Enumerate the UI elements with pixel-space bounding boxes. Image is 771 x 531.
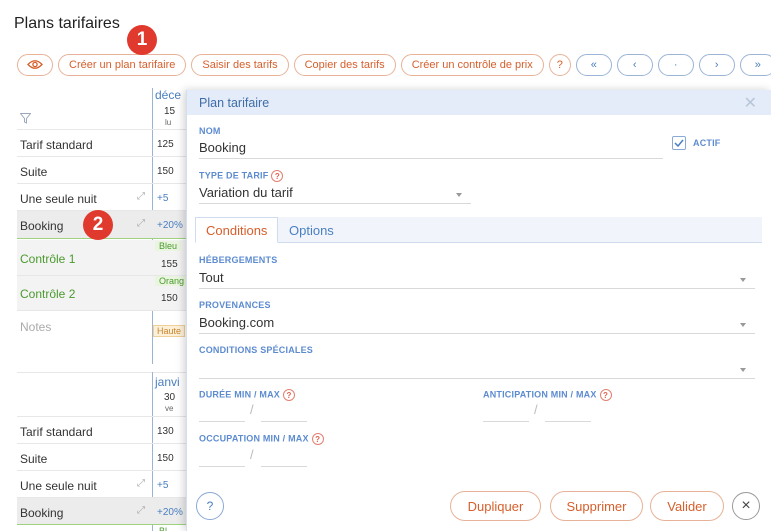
modal-title: Plan tarifaire: [199, 95, 270, 110]
duration-min-input[interactable]: [199, 406, 245, 422]
sources-select[interactable]: Booking.com: [199, 315, 274, 330]
nav-first-button[interactable]: «: [575, 53, 612, 76]
tab-bar: Conditions Options: [195, 217, 762, 243]
modal-help-button[interactable]: ?: [196, 492, 224, 520]
day-number: 30: [164, 392, 176, 403]
nav-last-button[interactable]: »: [739, 53, 771, 76]
help-icon[interactable]: ?: [599, 389, 612, 401]
rate-type-select[interactable]: Variation du tarif: [199, 185, 293, 200]
accommodations-select[interactable]: Tout: [199, 270, 224, 285]
filter-icon[interactable]: [20, 113, 31, 124]
expand-icon[interactable]: ⤢: [137, 505, 145, 516]
help-icon[interactable]: ?: [311, 433, 324, 445]
expand-icon[interactable]: ⤢: [137, 191, 145, 202]
month-label: déce: [155, 88, 182, 102]
day-name: lu: [165, 118, 172, 127]
create-rate-plan-button[interactable]: Créer un plan tarifaire: [58, 53, 187, 76]
rate-plan-modal: Plan tarifaire ✕ NOM Booking ACTIF TYPE …: [186, 90, 771, 531]
create-price-control-button[interactable]: Créer un contrôle de prix: [400, 53, 544, 76]
eye-icon: [27, 60, 43, 69]
table-row[interactable]: Une seule nuit ⤢ +5: [17, 471, 187, 498]
table-row[interactable]: Tarif standard 130: [17, 417, 187, 444]
duplicate-button[interactable]: Dupliquer: [450, 491, 541, 521]
chevron-down-icon: [740, 278, 746, 282]
table-row[interactable]: Une seule nuit ⤢ +5: [17, 184, 187, 211]
help-icon[interactable]: ?: [283, 389, 296, 401]
sources-label: PROVENANCES: [199, 300, 271, 310]
notes-row[interactable]: Notes Haute: [17, 311, 187, 364]
help-button[interactable]: ?: [548, 53, 571, 76]
table-row[interactable]: Tarif standard 125: [17, 130, 187, 157]
chevron-down-icon: [740, 323, 746, 327]
rate-grid-january: janvi 30 ve Tarif standard 130 Suite 150…: [17, 372, 187, 531]
view-toggle-button[interactable]: [17, 53, 53, 76]
tab-options[interactable]: Options: [279, 217, 344, 243]
occupancy-max-input[interactable]: [261, 451, 307, 467]
nav-next-button[interactable]: ›: [698, 53, 735, 76]
active-checkbox[interactable]: [672, 136, 686, 150]
anticipation-max-input[interactable]: [545, 406, 591, 422]
badge-two: 2: [83, 210, 113, 240]
anticipation-min-input[interactable]: [483, 406, 529, 422]
help-icon[interactable]: ?: [271, 170, 284, 182]
close-icon[interactable]: ✕: [744, 93, 757, 113]
chevron-down-icon: [740, 368, 746, 372]
name-label: NOM: [199, 126, 221, 136]
validate-button[interactable]: Valider: [650, 491, 724, 521]
table-row[interactable]: Contrôle 2 Orang 150: [17, 276, 189, 311]
accommodations-label: HÉBERGEMENTS: [199, 255, 278, 265]
occupancy-label: OCCUPATION MIN / MAX?: [199, 433, 324, 445]
expand-icon[interactable]: ⤢: [137, 478, 145, 489]
active-label: ACTIF: [693, 138, 721, 148]
special-conditions-label: CONDITIONS SPÉCIALES: [199, 345, 314, 355]
delete-button[interactable]: Supprimer: [550, 491, 643, 521]
modal-header: Plan tarifaire ✕: [187, 90, 771, 115]
table-row[interactable]: Contrôle 1 Bleu 155: [17, 240, 187, 276]
checkmark-icon: [674, 139, 684, 147]
name-input[interactable]: Booking: [199, 140, 246, 155]
table-row[interactable]: Suite 150: [17, 157, 187, 184]
day-number: 15: [164, 106, 176, 117]
modal-close-button[interactable]: ×: [732, 492, 760, 520]
tab-conditions[interactable]: Conditions: [195, 217, 279, 243]
page-title: Plans tarifaires: [14, 15, 120, 32]
day-name: ve: [165, 404, 174, 413]
month-label: janvi: [155, 375, 180, 389]
table-row[interactable]: Suite 150: [17, 444, 187, 471]
enter-rates-button[interactable]: Saisir des tarifs: [191, 53, 289, 76]
chevron-down-icon: [456, 193, 462, 197]
rate-type-label: TYPE DE TARIF?: [199, 170, 284, 182]
badge-one: 1: [127, 25, 157, 55]
anticipation-label: ANTICIPATION MIN / MAX?: [483, 389, 612, 401]
table-row[interactable]: Booking ⤢ +20%: [17, 498, 187, 525]
toolbar: Créer un plan tarifaire Saisir des tarif…: [17, 53, 771, 76]
duration-label: DURÉE MIN / MAX?: [199, 389, 296, 401]
nav-today-button[interactable]: ·: [657, 53, 694, 76]
expand-icon[interactable]: ⤢: [137, 218, 145, 229]
occupancy-min-input[interactable]: [199, 451, 245, 467]
nav-prev-button[interactable]: ‹: [616, 53, 653, 76]
copy-rates-button[interactable]: Copier des tarifs: [293, 53, 396, 76]
duration-max-input[interactable]: [261, 406, 307, 422]
